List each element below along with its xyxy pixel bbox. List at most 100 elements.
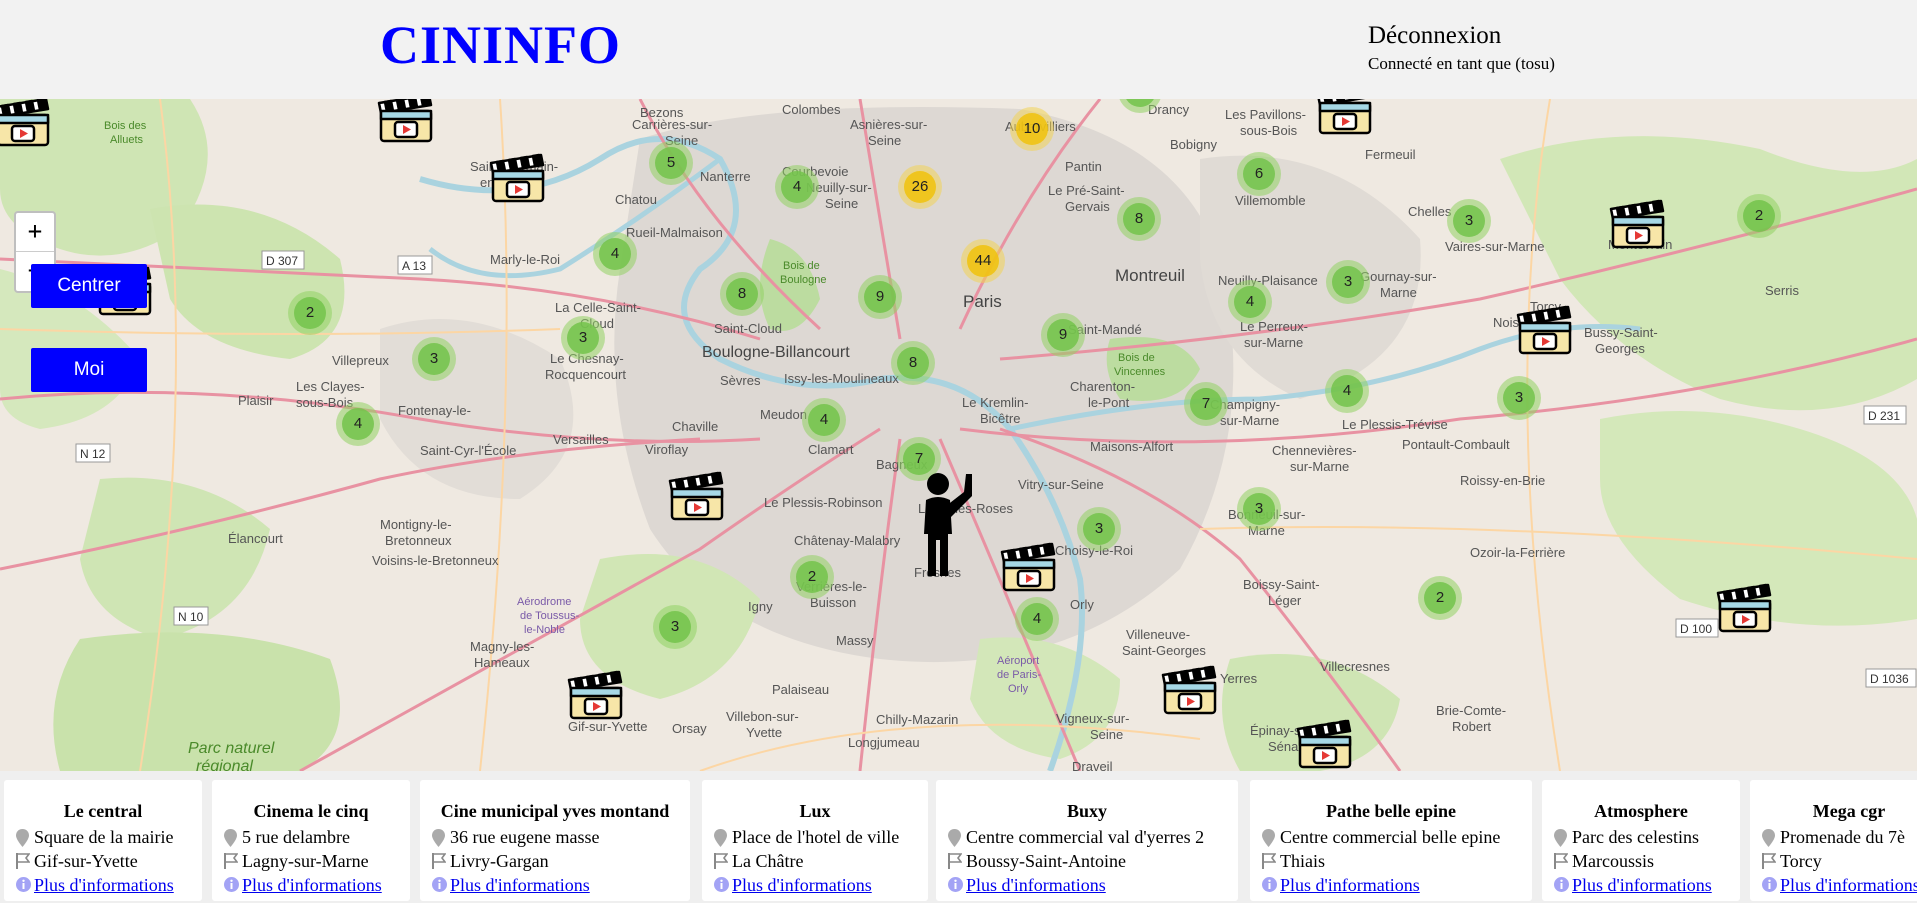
more-info-link[interactable]: Plus d'informations [966, 875, 1106, 895]
cinema-city: Livry-Gargan [450, 851, 549, 871]
cinema-marker-icon[interactable] [1609, 199, 1667, 249]
svg-text:Villebon-sur-: Villebon-sur- [726, 709, 799, 724]
cinema-marker-icon[interactable] [489, 153, 547, 203]
cluster-marker[interactable]: 9 [1041, 313, 1085, 357]
svg-text:Gervais: Gervais [1065, 199, 1110, 214]
map-pin-icon [1762, 829, 1775, 851]
user-location-icon[interactable] [916, 472, 976, 578]
svg-text:Les Clayes-: Les Clayes- [296, 379, 365, 394]
cinema-marker-icon[interactable] [1296, 719, 1354, 769]
cluster-marker[interactable]: 4 [1325, 369, 1369, 413]
svg-text:Magny-les-: Magny-les- [470, 639, 534, 654]
cluster-marker[interactable]: 3 [1237, 487, 1281, 531]
more-info-link[interactable]: Plus d'informations [1280, 875, 1420, 895]
cluster-marker[interactable]: 9 [858, 275, 902, 319]
svg-text:Bois de: Bois de [1118, 352, 1155, 364]
svg-text:Boissy-Saint-: Boissy-Saint- [1243, 577, 1320, 592]
svg-text:Bois de: Bois de [783, 260, 820, 272]
cinema-name: Cinema le cinq [253, 801, 369, 821]
cluster-marker[interactable]: 2 [288, 291, 332, 335]
svg-text:Vigneux-sur-: Vigneux-sur- [1056, 711, 1129, 726]
cluster-marker[interactable]: 8 [720, 272, 764, 316]
svg-text:Aéroport: Aéroport [997, 655, 1039, 667]
svg-text:Chennevières-: Chennevières- [1272, 443, 1357, 458]
flag-icon [714, 853, 729, 873]
cluster-marker[interactable]: 6 [1237, 152, 1281, 196]
flag-icon [1262, 853, 1277, 873]
cluster-marker[interactable]: 3 [1497, 376, 1541, 420]
svg-text:N 12: N 12 [80, 447, 106, 461]
more-info-link[interactable]: Plus d'informations [34, 875, 174, 895]
cluster-marker[interactable]: 4 [1228, 280, 1272, 324]
map-pin-icon [1262, 829, 1275, 851]
more-info-link[interactable]: Plus d'informations [732, 875, 872, 895]
cluster-marker[interactable]: 44 [961, 239, 1005, 283]
cinema-card: Cinema le cinq 5 rue delambre Lagny-sur-… [212, 780, 410, 901]
svg-text:Asnières-sur-: Asnières-sur- [850, 117, 927, 132]
svg-text:Roissy-en-Brie: Roissy-en-Brie [1460, 473, 1545, 488]
cinema-marker-icon[interactable] [1161, 665, 1219, 715]
cinema-marker-icon[interactable] [567, 670, 625, 720]
cluster-marker[interactable]: 3 [1326, 260, 1370, 304]
cinema-marker-icon[interactable] [377, 99, 435, 143]
more-info-link[interactable]: Plus d'informations [450, 875, 590, 895]
cinema-marker-icon[interactable] [1516, 305, 1574, 355]
svg-text:Colombes: Colombes [782, 102, 841, 117]
info-icon [1554, 877, 1569, 896]
cluster-marker[interactable]: 3 [412, 337, 456, 381]
cinema-marker-icon[interactable] [0, 99, 52, 147]
cinema-marker-icon[interactable] [1316, 99, 1374, 135]
cinema-marker-icon[interactable] [1000, 542, 1058, 592]
cluster-marker[interactable]: 2 [790, 555, 834, 599]
cinema-marker-icon[interactable] [1716, 583, 1774, 633]
info-icon [1262, 877, 1277, 896]
cinema-card: Cine municipal yves montand 36 rue eugen… [420, 780, 690, 901]
svg-text:Vitry-sur-Seine: Vitry-sur-Seine [1018, 477, 1104, 492]
cluster-marker[interactable]: 26 [898, 165, 942, 209]
svg-text:Versailles: Versailles [553, 432, 609, 447]
cluster-marker[interactable]: 4 [802, 398, 846, 442]
svg-text:Gif-sur-Yvette: Gif-sur-Yvette [568, 719, 647, 734]
svg-text:Bois des: Bois des [104, 120, 147, 132]
cluster-marker[interactable]: 4 [775, 165, 819, 209]
cinema-address: Parc des celestins [1572, 827, 1699, 847]
logout-link[interactable]: Déconnexion [1368, 22, 1501, 50]
cinema-address: Centre commercial val d'yerres 2 [966, 827, 1205, 847]
cluster-marker[interactable]: 4 [593, 232, 637, 276]
cluster-marker[interactable]: 3 [653, 605, 697, 649]
cluster-marker[interactable]: 3 [1077, 507, 1121, 551]
svg-text:Bobigny: Bobigny [1170, 137, 1217, 152]
svg-text:sur-Marne: sur-Marne [1244, 335, 1303, 350]
cluster-marker[interactable]: 2 [1418, 576, 1462, 620]
center-button[interactable]: Centrer [31, 264, 147, 308]
cluster-marker[interactable]: 8 [891, 341, 935, 385]
cinema-marker-icon[interactable] [668, 471, 726, 521]
svg-text:Gournay-sur-: Gournay-sur- [1360, 269, 1437, 284]
more-info-link[interactable]: Plus d'informations [1780, 875, 1917, 895]
svg-text:Draveil: Draveil [1072, 759, 1113, 771]
flag-icon [1554, 853, 1569, 873]
info-icon [16, 877, 31, 896]
cluster-marker[interactable]: 5 [649, 141, 693, 185]
more-info-link[interactable]: Plus d'informations [242, 875, 382, 895]
app-logo[interactable]: CININFO [380, 14, 621, 76]
more-info-link[interactable]: Plus d'informations [1572, 875, 1712, 895]
zoom-in-button[interactable]: + [16, 213, 54, 252]
svg-text:Pontault-Combault: Pontault-Combault [1402, 437, 1510, 452]
me-button[interactable]: Moi [31, 348, 147, 392]
svg-text:Villepreux: Villepreux [332, 353, 389, 368]
cinema-name: Cine municipal yves montand [440, 801, 670, 821]
cluster-marker[interactable]: 8 [1117, 197, 1161, 241]
cluster-marker[interactable]: 3 [561, 316, 605, 360]
map-view[interactable]: BezonsColombes AubervilliersDrancy Les P… [0, 99, 1917, 771]
svg-text:Clamart: Clamart [808, 442, 854, 457]
cluster-marker[interactable]: 2 [1737, 194, 1781, 238]
flag-icon [432, 853, 447, 873]
svg-text:Orsay: Orsay [672, 721, 707, 736]
cluster-marker[interactable]: 4 [1015, 597, 1059, 641]
cluster-marker[interactable]: 3 [1447, 199, 1491, 243]
cluster-marker[interactable]: 7 [1184, 382, 1228, 426]
svg-text:Robert: Robert [1452, 719, 1491, 734]
cluster-marker[interactable]: 4 [336, 402, 380, 446]
cluster-marker[interactable]: 10 [1010, 107, 1054, 151]
